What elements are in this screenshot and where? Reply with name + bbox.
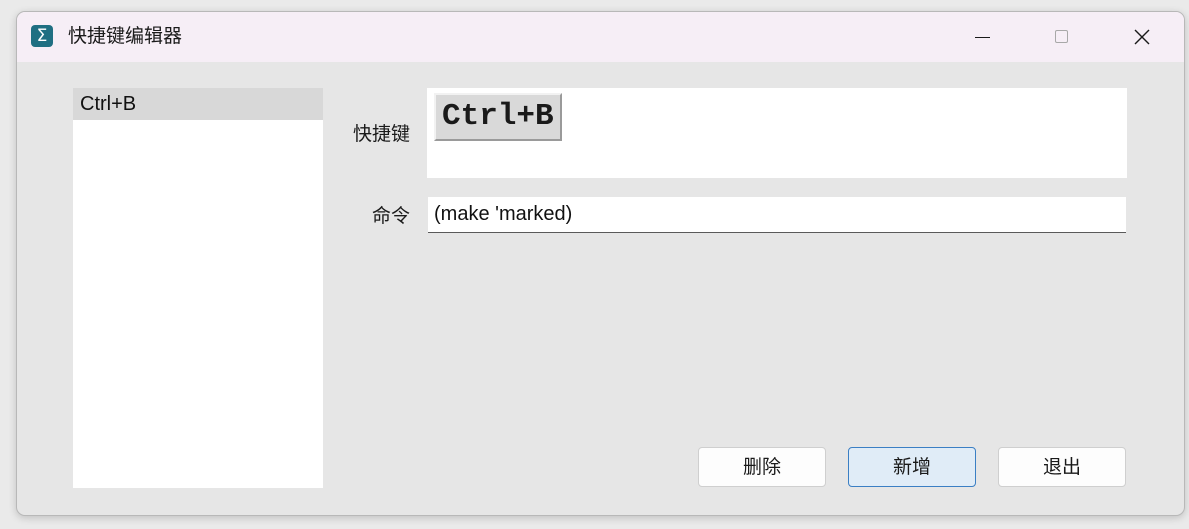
shortcut-list[interactable]: Ctrl+B [73,88,323,488]
shortcut-capture-field[interactable]: Ctrl+B [427,88,1127,178]
close-button[interactable] [1119,12,1165,62]
close-icon [1134,29,1150,45]
delete-button[interactable]: 删除 [698,447,826,487]
title-bar: Σ 快捷键编辑器 [17,12,1184,62]
maximize-button[interactable] [1039,12,1085,62]
shortcut-editor-window: Σ 快捷键编辑器 Ctrl+B 快捷键 Ctrl+B 命令 删除 新增 退出 [16,11,1185,516]
command-label: 命令 [371,205,410,227]
list-item[interactable]: Ctrl+B [73,88,323,120]
minimize-button[interactable] [959,12,1005,62]
sigma-app-icon: Σ [31,25,53,47]
shortcut-label: 快捷键 [352,123,410,145]
window-title: 快捷键编辑器 [68,25,183,47]
add-button[interactable]: 新增 [848,447,976,487]
maximize-icon [1055,30,1068,43]
minimize-icon [975,37,990,38]
command-input[interactable] [428,197,1126,233]
list-item-label: Ctrl+B [80,93,137,115]
exit-button[interactable]: 退出 [998,447,1126,487]
shortcut-keycap: Ctrl+B [434,93,562,141]
